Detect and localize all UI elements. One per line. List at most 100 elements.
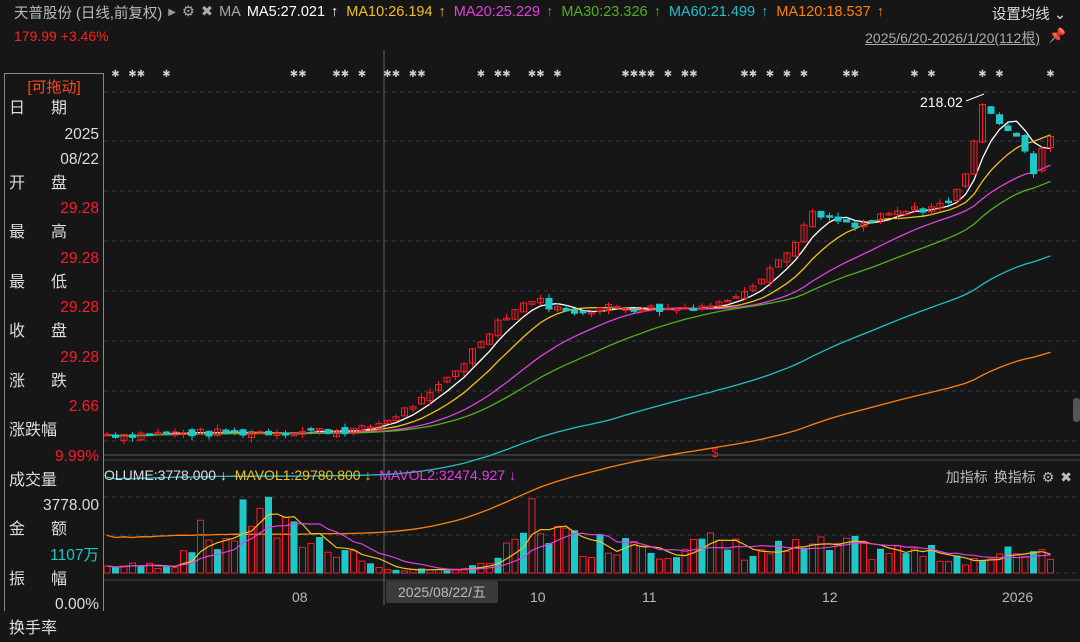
signal-marker-icon: ✱ [111,69,119,80]
volume-bar [673,557,680,574]
volume-bar [715,539,723,574]
year-value: 2025 [64,125,99,143]
volume-bar [248,525,255,574]
volume-bar [299,546,306,574]
signal-marker-icon: ✱ [995,69,1003,80]
volume-bar [622,538,629,574]
volume-bar [826,549,833,574]
volume-bar [375,567,383,574]
volume-bar [333,556,340,574]
max-price-label: 218.02 [920,94,963,110]
candle-body [324,429,332,434]
volume-bar [962,564,969,574]
volume-bar [231,540,238,574]
volume-bar [588,557,595,574]
mavol1-text: MAVOL1:29780.800 [234,467,361,483]
candle-body [851,222,859,228]
volume-bar [554,525,561,574]
volume-bar [766,553,774,574]
signal-marker-icon: ✱ [638,69,646,80]
signal-marker-icon: ✱ [766,69,774,80]
down-arrow-icon: ↓ [509,467,516,483]
volume-bar [656,558,663,574]
volume-bar [1030,551,1037,574]
x-label-08: 08 [292,589,308,605]
x-label-11: 11 [642,589,657,605]
mavol2-text: MAVOL2:32474.927 [379,467,506,483]
candle-body [571,309,578,314]
date-label: 日期 [9,100,67,117]
volume-bar [537,533,544,574]
scrollbar[interactable] [1073,398,1080,422]
volume-bar [647,552,655,574]
signal-marker-icon: ✱ [749,69,757,80]
volume-bar [996,553,1003,574]
volume-bar [384,568,391,574]
signal-marker-icon: ✱ [528,69,536,80]
candle-body [282,432,289,436]
volume-bar [1021,555,1029,574]
signal-marker-icon: ✱ [978,69,986,80]
volume-tools: 加指标 换指标 ⚙ ✖ [946,467,1072,487]
signal-marker-icon: ✱ [783,69,791,80]
signal-marker-icon: ✱ [630,69,638,80]
volume-bar [511,538,519,574]
switch-indicator-button[interactable]: 换指标 [994,467,1036,487]
date-value: 08/22 [60,150,99,168]
volume-bar [350,550,357,574]
close-value: 29.28 [60,348,99,366]
volume-value: 3778.00 [42,497,99,514]
candle-body [579,310,587,314]
close-icon[interactable]: ✖ [1060,469,1072,486]
high-label: 最高 [9,224,67,241]
candle-body [545,297,553,310]
volume-bar [341,550,349,574]
volume-bar [1013,553,1020,574]
add-indicator-button[interactable]: 加指标 [946,467,988,487]
amount-value: 1107万 [50,546,99,564]
candle-body [341,427,349,435]
volume-bar [741,559,748,574]
info-panel[interactable]: [可拖动] 日期 2025 08/22 开盘 29.28 最高 29.28 最低… [4,73,104,637]
volume-bar [265,496,272,574]
gear-icon[interactable]: ⚙ [1042,469,1055,486]
drag-handle[interactable]: [可拖动] [5,76,103,97]
signal-marker-icon: ✱ [553,69,561,80]
kline-chart[interactable]: ✱ ✱ ✱ ✱ ✱ ✱ ✱ ✱ ✱ ✱ ✱ ✱ ✱ ✱ ✱ ✱ ✱ ✱ ✱ ✱ ✱ ✱ ✱ ✱ ✱ ✱ ✱ ✱ ✱ ✱ ✱ ✱ ✱ ✱ ✱ ✱ ✱ ✱21… [104,0,1080,611]
volume-bar [724,549,731,574]
volume-bar [758,549,765,574]
volume-bar [443,570,451,574]
volume-bar [239,499,247,574]
volume-legend: OLUME:3778.000 ↓ MAVOL1:29780.800 ↓ MAVO… [104,467,516,483]
x-label-10: 10 [530,589,546,605]
amount-label: 金额 [9,521,67,538]
volume-bar [639,545,646,574]
volume-bar [630,540,638,574]
candle-body [690,307,697,311]
volume-bar [911,548,918,574]
volume-label: 成交量 [9,471,58,489]
candle-body [231,430,238,433]
signal-marker-icon: ✱ [800,69,808,80]
volume-bar [180,550,187,574]
candle-body [630,309,638,312]
candle-body [222,429,230,434]
volume-bar [545,542,553,574]
signal-marker-icon: ✱ [332,69,340,80]
signal-marker-icon: ✱ [689,69,697,80]
volume-bar [197,519,204,574]
signal-marker-icon: ✱ [1046,69,1054,80]
volume-bar [987,558,995,574]
x-label-2026: 2026 [1002,589,1034,605]
price-change: 179.99 +3.46% [14,28,109,44]
close-label: 收盘 [9,323,67,340]
signal-marker-icon: ✱ [647,69,655,80]
volume-bar [579,555,587,574]
signal-marker-icon: ✱ [536,69,544,80]
x-label-12: 12 [822,589,838,605]
volume-bar [273,537,281,574]
candle-body [239,429,247,436]
signal-marker-icon: ✱ [851,69,859,80]
down-arrow-icon: ↓ [364,467,372,483]
volume-bar [1038,549,1046,574]
